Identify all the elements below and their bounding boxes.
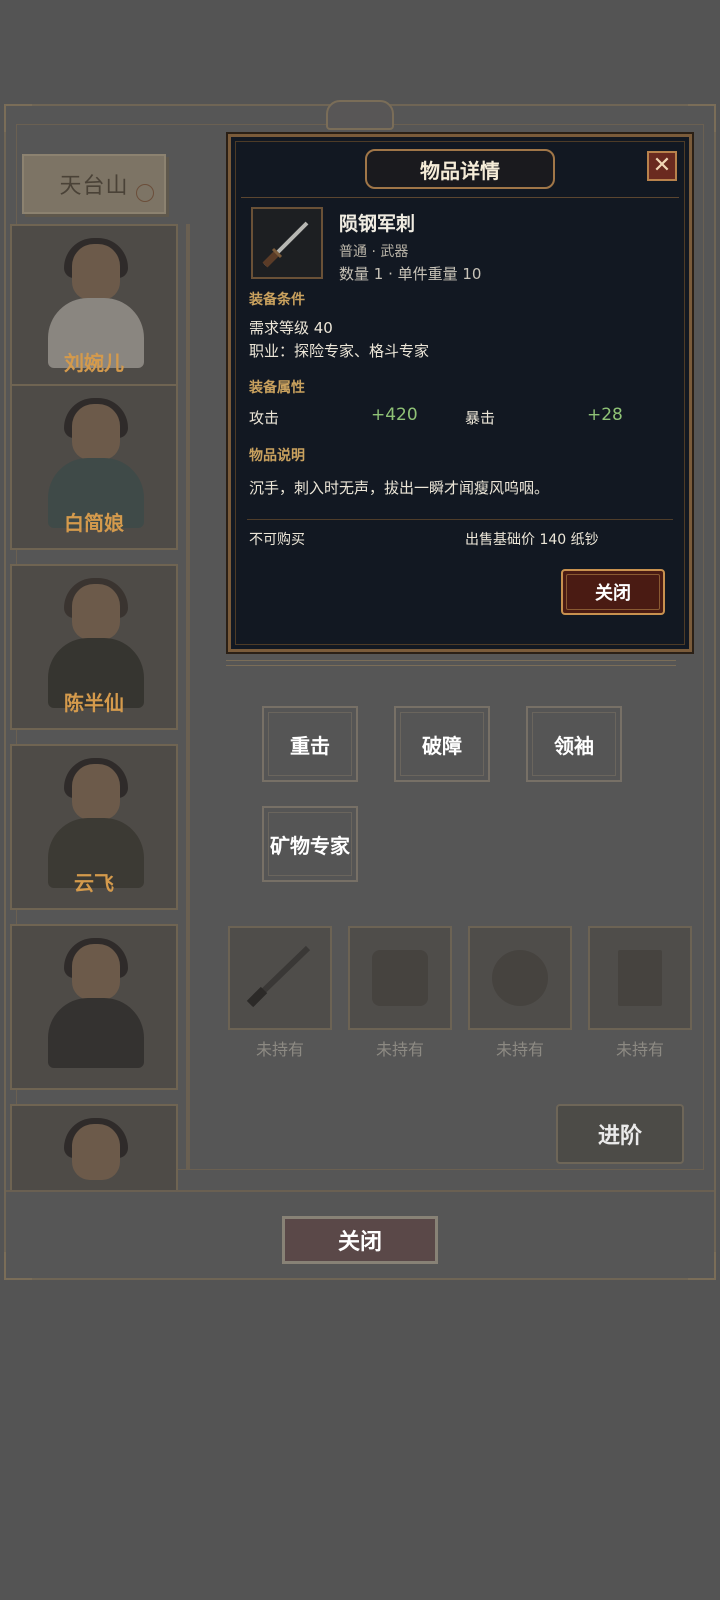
close-x-icon[interactable]: ✕ [647, 151, 677, 181]
amulet-icon [492, 950, 548, 1006]
requirements-heading: 装备条件 [249, 292, 305, 308]
character-name: 白简娘 [64, 511, 124, 535]
description-heading: 物品说明 [249, 448, 305, 464]
item-detail-modal: 物品详情 ✕ 陨钢军刺 普通 · 武器 数量 1 · 单件重量 10 装备条件 … [228, 134, 692, 652]
skill-button[interactable]: 重击 [262, 706, 358, 782]
item-name: 陨钢军刺 [339, 213, 416, 235]
sell-price: 出售基础价 140 纸钞 [465, 532, 599, 548]
bottom-divider [6, 1190, 714, 1192]
character-portrait [42, 938, 150, 1068]
character-card[interactable] [10, 924, 178, 1090]
section-divider [226, 660, 676, 666]
attribute-value: +420 [371, 405, 418, 425]
advance-button[interactable]: 进阶 [556, 1104, 684, 1164]
slot-status-label: 未持有 [255, 1040, 304, 1059]
character-card[interactable]: 陈半仙 [10, 564, 178, 730]
location-name: 天台山 [59, 174, 129, 199]
item-thumbnail [251, 207, 323, 279]
attribute-name: 攻击 [249, 409, 280, 427]
modal-divider [247, 519, 673, 520]
attribute-value: +28 [587, 405, 623, 425]
character-card[interactable]: 白简娘 [10, 384, 178, 550]
modal-close-button[interactable]: 关闭 [561, 569, 665, 615]
dagger-icon [246, 945, 311, 1008]
attribute-name: 暴击 [465, 409, 496, 427]
frame-corner-ornament [688, 104, 716, 132]
seal-stamp-icon [136, 184, 154, 202]
skill-label: 重击 [290, 733, 330, 758]
item-quantity-weight: 数量 1 · 单件重量 10 [339, 265, 482, 283]
purchase-status: 不可购买 [249, 532, 305, 548]
item-type: 普通 · 武器 [339, 244, 409, 260]
frame-corner-ornament [4, 1252, 32, 1280]
skill-button[interactable]: 领袖 [526, 706, 622, 782]
modal-title: 物品详情 [365, 149, 555, 189]
character-name: 刘婉儿 [64, 351, 124, 375]
frame-corner-ornament [688, 1252, 716, 1280]
character-portrait [42, 1118, 150, 1192]
equipment-slot[interactable] [588, 926, 692, 1030]
modal-close-label: 关闭 [595, 583, 631, 604]
modal-title-text: 物品详情 [420, 158, 500, 183]
item-description: 沉手，刺入时无声，拔出一瞬才闻瘦风呜咽。 [249, 479, 550, 497]
frame-corner-ornament [4, 104, 32, 132]
frame-top-ornament [326, 100, 394, 130]
character-name: 云飞 [74, 871, 114, 895]
advance-label: 进阶 [597, 1124, 642, 1149]
required-profession: 职业：探险专家、格斗专家 [249, 342, 430, 360]
character-card[interactable]: 云飞 [10, 744, 178, 910]
modal-title-divider [241, 197, 679, 198]
panel-close-label: 关闭 [337, 1230, 382, 1255]
ornament-icon [372, 950, 428, 1006]
equipment-slot[interactable] [348, 926, 452, 1030]
panel-close-button[interactable]: 关闭 [282, 1216, 438, 1264]
character-card[interactable] [10, 1104, 178, 1192]
equipment-slot[interactable] [468, 926, 572, 1030]
attributes-heading: 装备属性 [249, 380, 305, 396]
skill-label: 矿物专家 [270, 833, 350, 858]
skill-button[interactable]: 破障 [394, 706, 490, 782]
skill-button[interactable]: 矿物专家 [262, 806, 358, 882]
skill-label: 破障 [422, 733, 462, 758]
character-list[interactable]: 刘婉儿 白简娘 陈半仙 云飞 [6, 222, 202, 1192]
slot-status-label: 未持有 [375, 1040, 424, 1059]
character-name: 陈半仙 [64, 691, 124, 715]
book-icon [618, 950, 662, 1006]
required-level: 需求等级 40 [249, 319, 333, 337]
slot-status-label: 未持有 [615, 1040, 664, 1059]
skill-label: 领袖 [554, 733, 594, 758]
equipment-slot[interactable] [228, 926, 332, 1030]
dagger-icon [262, 221, 309, 268]
location-tag[interactable]: 天台山 [22, 154, 166, 214]
slot-status-label: 未持有 [495, 1040, 544, 1059]
character-card[interactable]: 刘婉儿 [10, 224, 178, 390]
